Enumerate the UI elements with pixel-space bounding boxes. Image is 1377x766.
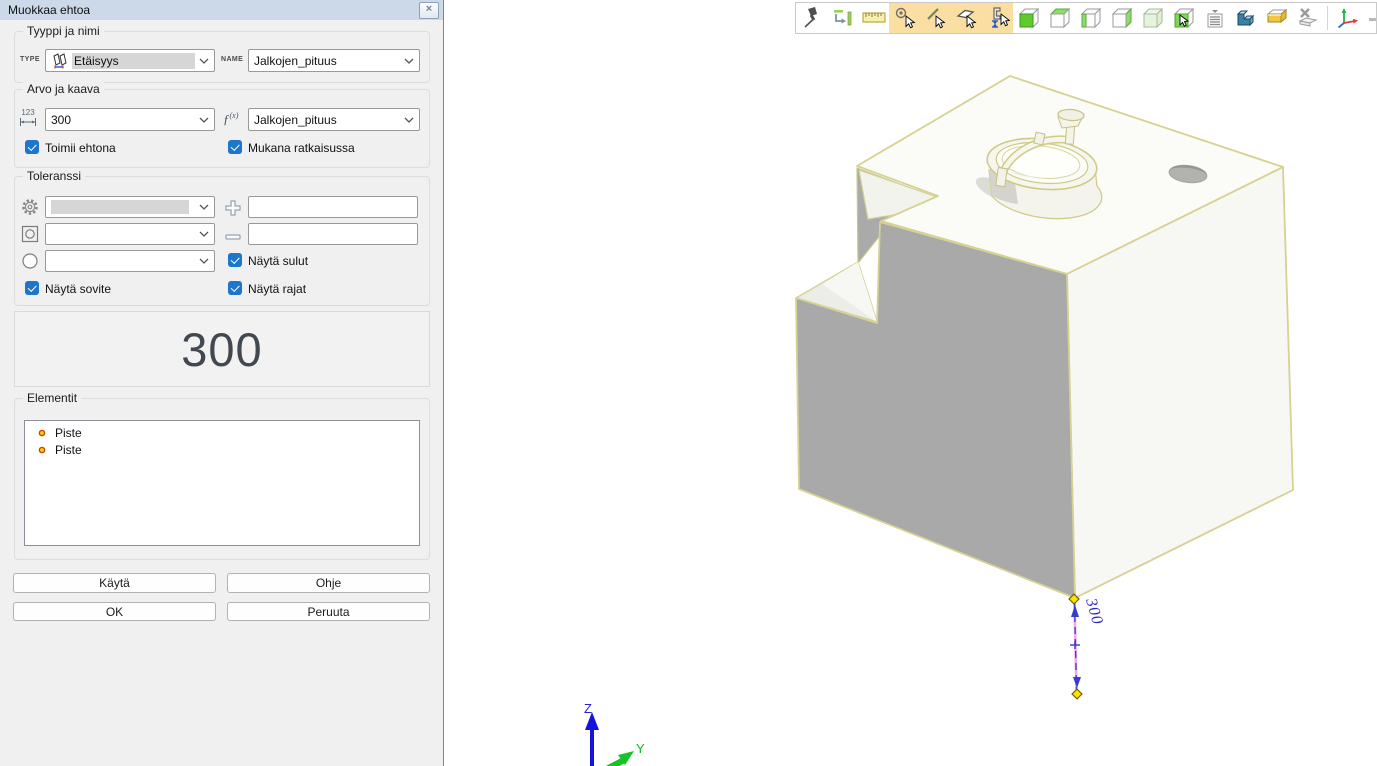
- upper-tolerance-input[interactable]: [248, 196, 418, 218]
- dialog-title: Muokkaa ehtoa: [8, 3, 90, 17]
- acts-as-constraint-label: Toimii ehtona: [45, 141, 116, 155]
- elements-listbox[interactable]: Piste Piste: [24, 420, 420, 546]
- dimension-arrow-top: [1071, 605, 1079, 617]
- minus-tolerance-icon: [223, 226, 243, 248]
- value-input-value: 300: [51, 113, 71, 127]
- tolerance-class-selection: [51, 200, 189, 214]
- show-limits-label: Näytä rajat: [248, 282, 306, 296]
- plus-tolerance-icon: [223, 197, 243, 219]
- close-icon[interactable]: ×: [419, 2, 439, 19]
- distance-type-icon: [51, 52, 68, 69]
- viewport-toolbar: [795, 2, 1377, 34]
- deviation-circle-icon: [20, 250, 40, 272]
- dimension-annotation[interactable]: 300: [1069, 594, 1106, 699]
- chevron-down-icon: [199, 117, 209, 123]
- help-button[interactable]: Ohje: [227, 573, 430, 593]
- world-axes: Z Y: [584, 701, 645, 766]
- chevron-down-icon: [199, 58, 209, 64]
- list-item-label: Piste: [55, 426, 82, 440]
- show-fit-label: Näytä sovite: [45, 282, 111, 296]
- clipped-toolbar-icon: [1369, 18, 1376, 21]
- chevron-down-icon: [404, 58, 414, 64]
- value-preview-panel: 300: [14, 311, 430, 387]
- formula-select[interactable]: Jalkojen_pituus: [248, 108, 420, 131]
- ok-button[interactable]: OK: [13, 602, 216, 621]
- ruler-icon[interactable]: [858, 3, 889, 33]
- name-label: NAME: [221, 56, 243, 63]
- measure-offset-icon[interactable]: [827, 3, 858, 33]
- gear-icon: [20, 196, 40, 218]
- svg-text:123: 123: [21, 108, 35, 117]
- list-item[interactable]: Piste: [25, 424, 419, 441]
- lower-tolerance-input[interactable]: [248, 223, 418, 245]
- type-select[interactable]: Etäisyys: [45, 49, 215, 72]
- numeric-dimension-icon: 123: [18, 107, 38, 129]
- select-face-icon[interactable]: [1168, 3, 1199, 33]
- solid-body-icon[interactable]: [1230, 3, 1261, 33]
- edit-constraint-dialog: Muokkaa ehtoa × Tyyppi ja nimi TYPE Etäi…: [0, 0, 444, 766]
- axes-triad-icon[interactable]: [1332, 3, 1363, 33]
- select-plane-icon[interactable]: [951, 3, 982, 33]
- acts-as-constraint-checkbox[interactable]: [25, 140, 39, 154]
- open-box-icon[interactable]: [1261, 3, 1292, 33]
- y-axis-label: Y: [636, 741, 645, 756]
- tolerance-legend: Toleranssi: [23, 169, 85, 183]
- model-body[interactable]: [796, 76, 1293, 598]
- handle-post: [1065, 126, 1074, 145]
- toolbar-separator: [1327, 6, 1328, 30]
- chevron-down-icon: [199, 204, 209, 210]
- dimension-arrow-bottom: [1073, 677, 1081, 688]
- type-label: TYPE: [20, 56, 40, 63]
- view-top-face-icon[interactable]: [1044, 3, 1075, 33]
- view-solid-green-icon[interactable]: [1013, 3, 1044, 33]
- feature-list-icon[interactable]: [1199, 3, 1230, 33]
- formula-select-value: Jalkojen_pituus: [254, 113, 337, 127]
- formula-fx-icon: ƒ(x): [223, 111, 238, 127]
- chevron-down-icon: [199, 231, 209, 237]
- z-axis-label: Z: [584, 701, 592, 716]
- show-brackets-checkbox[interactable]: [228, 253, 242, 267]
- select-line-icon[interactable]: [920, 3, 951, 33]
- tolerance-class-select[interactable]: [45, 196, 215, 218]
- toolbar-active-group: [889, 3, 1013, 33]
- value-formula-legend: Arvo ja kaava: [23, 82, 104, 96]
- select-profile-icon[interactable]: [982, 3, 1013, 33]
- list-item-label: Piste: [55, 443, 82, 457]
- included-in-solve-label: Mukana ratkaisussa: [248, 141, 355, 155]
- show-fit-checkbox[interactable]: [25, 281, 39, 295]
- elements-legend: Elementit: [23, 391, 81, 405]
- delete-body-icon[interactable]: [1292, 3, 1323, 33]
- included-in-solve-checkbox[interactable]: [228, 140, 242, 154]
- apply-button[interactable]: Käytä: [13, 573, 216, 593]
- type-select-value: Etäisyys: [72, 53, 195, 69]
- pin-icon[interactable]: [796, 3, 827, 33]
- point-bullet-icon: [38, 446, 46, 454]
- chevron-down-icon: [199, 258, 209, 264]
- show-brackets-label: Näytä sulut: [248, 254, 308, 268]
- type-name-legend: Tyyppi ja nimi: [23, 24, 104, 38]
- name-select[interactable]: Jalkojen_pituus: [248, 49, 420, 72]
- fit-select[interactable]: [45, 223, 215, 245]
- name-select-value: Jalkojen_pituus: [254, 54, 337, 68]
- clamp-hinge-mid: [1034, 132, 1045, 145]
- dimension-label[interactable]: 300: [1082, 595, 1106, 627]
- deviation-select[interactable]: [45, 250, 215, 272]
- clamp-hinge-left: [996, 168, 1007, 187]
- view-left-face-icon[interactable]: [1075, 3, 1106, 33]
- select-point-icon[interactable]: [889, 3, 920, 33]
- view-right-face-icon[interactable]: [1106, 3, 1137, 33]
- dimension-mid-cross[interactable]: [1070, 641, 1080, 649]
- list-item[interactable]: Piste: [25, 441, 419, 458]
- chevron-down-icon: [404, 117, 414, 123]
- view-shaded-icon[interactable]: [1137, 3, 1168, 33]
- point-bullet-icon: [38, 429, 46, 437]
- cancel-button[interactable]: Peruuta: [227, 602, 430, 621]
- value-input[interactable]: 300: [45, 108, 215, 131]
- show-limits-checkbox[interactable]: [228, 281, 242, 295]
- dialog-titlebar[interactable]: Muokkaa ehtoa ×: [0, 0, 443, 20]
- value-preview: 300: [181, 322, 262, 377]
- fit-tolerance-icon: [20, 223, 40, 245]
- dimension-point-bottom[interactable]: [1072, 689, 1082, 699]
